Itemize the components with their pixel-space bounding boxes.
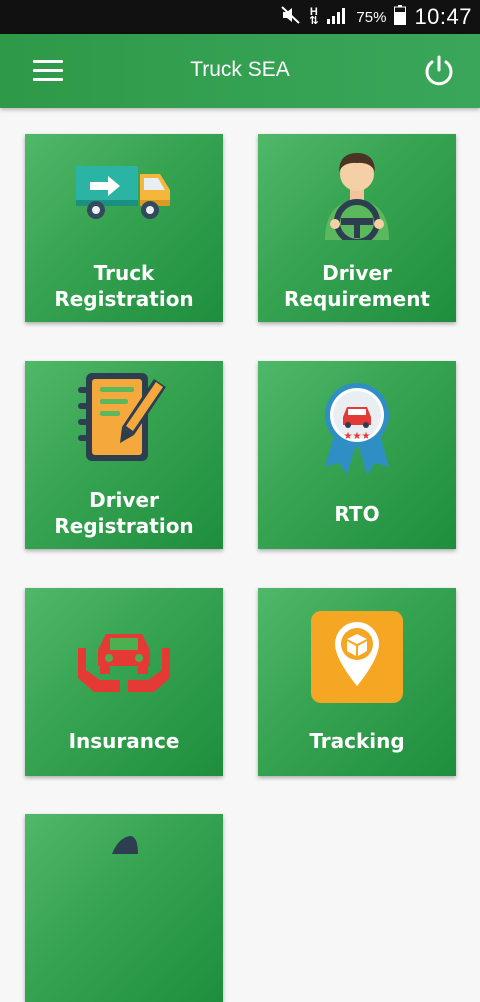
tile-insurance[interactable]: Insurance [25,588,223,776]
tile-label-line1: Driver [322,261,392,285]
truck-icon [25,160,223,222]
driver-steering-icon [258,144,456,240]
tile-label-line2: Registration [54,514,194,538]
battery-percent: 75% [356,8,387,26]
award-badge-car-icon: ★★★ [258,381,456,477]
location-box-icon [258,610,456,704]
tile-label-line1: Tracking [309,729,405,753]
power-icon [425,55,453,86]
dashboard-grid: Truck Registration Driver Requirement Dr… [0,108,480,1002]
car-hands-icon [25,618,223,698]
status-bar: H ⇅ 75% 10:47 [0,0,480,34]
signal-icon [326,6,348,28]
network-type-icon: H ⇅ [309,6,319,27]
battery-icon [394,5,407,29]
tile-label-line1: Insurance [68,729,180,753]
app-title: Truck SEA [190,58,290,81]
tile-truck-registration[interactable]: Truck Registration [25,134,223,322]
mute-icon [281,6,301,28]
tile-label-line1: Truck [93,261,155,285]
tile-label-line2: Registration [54,287,194,311]
tile-label-line2: Requirement [283,287,430,311]
tile-rto[interactable]: ★★★ RTO [258,361,456,549]
notebook-pen-icon [25,369,223,465]
logout-button[interactable] [422,54,456,88]
clock: 10:47 [414,4,472,29]
tile-label-line1: Driver [89,488,159,512]
partial-tile-icon [25,834,223,854]
tile-driver-requirement[interactable]: Driver Requirement [258,134,456,322]
tile-partial[interactable] [25,814,223,1002]
tile-driver-registration[interactable]: Driver Registration [25,361,223,549]
svg-text:★★★: ★★★ [344,431,371,442]
tile-label-line1: RTO [334,502,380,526]
tile-tracking[interactable]: Tracking [258,588,456,776]
app-bar: Truck SEA [0,34,480,108]
